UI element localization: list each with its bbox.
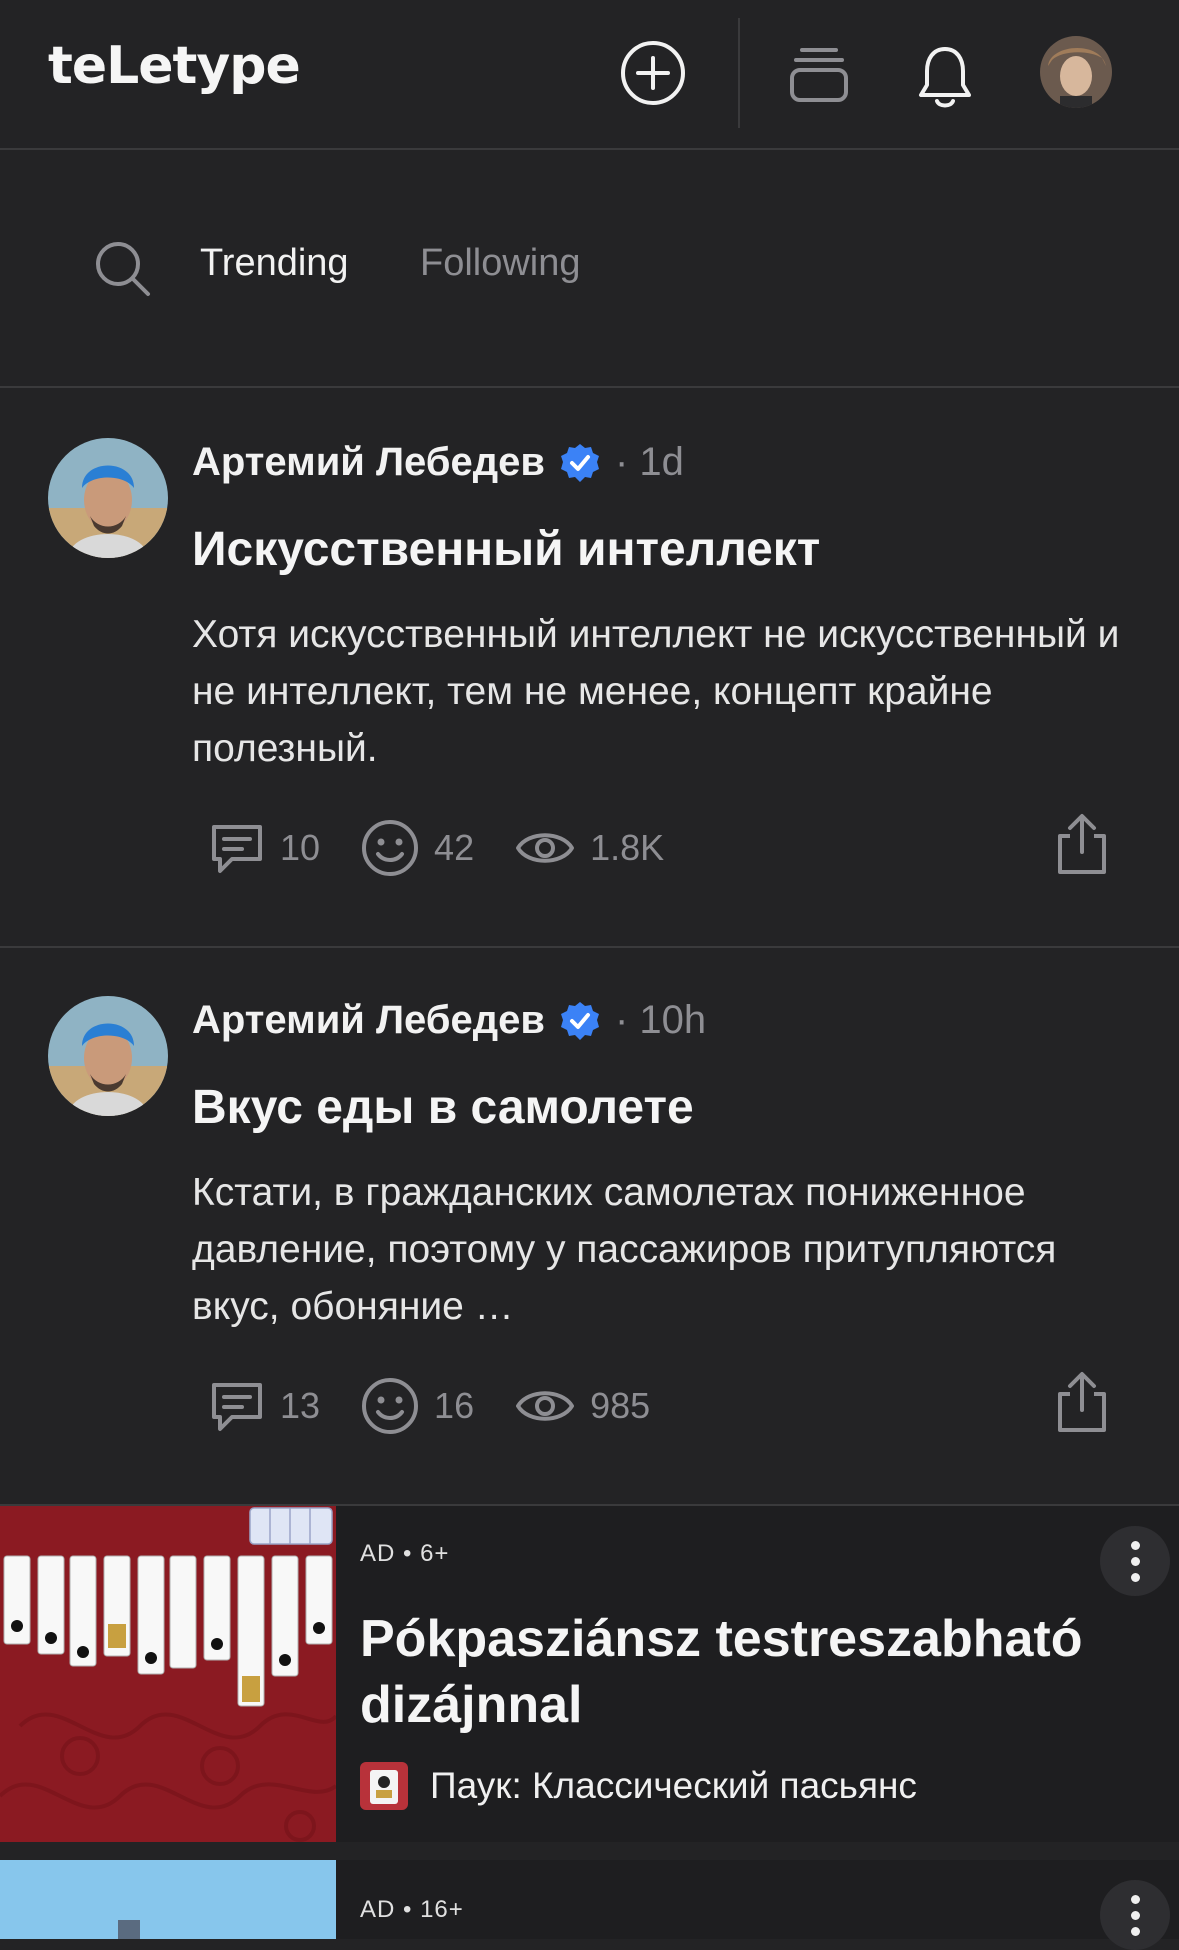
share-icon xyxy=(1058,1372,1106,1432)
share-button[interactable] xyxy=(1054,1370,1110,1434)
avatar xyxy=(48,438,168,558)
reactions-count: 16 xyxy=(434,1385,475,1426)
more-vertical-icon xyxy=(1130,1540,1140,1550)
post-stats: 13 16 985 xyxy=(208,1376,690,1436)
app-logo[interactable]: teLetype xyxy=(48,36,301,96)
post-card[interactable]: Артемий Лебедев · 1d Искусственный интел… xyxy=(0,388,1179,948)
post-title[interactable]: Искусственный интеллект xyxy=(192,522,820,577)
profile-avatar[interactable] xyxy=(1040,36,1112,108)
verified-badge-icon xyxy=(560,443,599,482)
post-excerpt[interactable]: Кстати, в гражданских самолетах пониженн… xyxy=(192,1164,1152,1335)
post-excerpt[interactable]: Хотя искусственный интеллект не искусств… xyxy=(192,606,1152,777)
reactions-button[interactable]: 42 xyxy=(360,818,474,878)
comments-button[interactable]: 13 xyxy=(208,1377,320,1435)
comment-icon xyxy=(212,825,262,873)
author-name[interactable]: Артемий Лебедев xyxy=(192,998,545,1043)
notifications-button[interactable] xyxy=(912,42,978,112)
feed-tabs: Trending Following xyxy=(0,150,1179,388)
stack-icon xyxy=(790,48,848,102)
verified-badge-icon xyxy=(560,1001,599,1040)
smiley-icon xyxy=(362,1378,419,1434)
search-button[interactable] xyxy=(94,240,152,303)
eye-icon xyxy=(516,833,575,863)
reactions-button[interactable]: 16 xyxy=(360,1376,474,1436)
ad-thumbnail-image xyxy=(0,1860,336,1939)
comment-icon xyxy=(212,1383,262,1431)
tab-following[interactable]: Following xyxy=(420,242,581,285)
comments-count: 10 xyxy=(280,827,321,868)
tab-trending[interactable]: Trending xyxy=(200,242,349,285)
author-avatar[interactable] xyxy=(48,996,168,1116)
comments-count: 13 xyxy=(280,1385,321,1426)
post-stats: 10 42 1.8K xyxy=(208,818,704,878)
ad-more-button[interactable] xyxy=(1100,1880,1170,1950)
ad-label: AD • 6+ xyxy=(360,1540,450,1567)
search-icon xyxy=(96,242,150,296)
eye-icon xyxy=(516,1391,575,1421)
collections-button[interactable] xyxy=(786,42,852,108)
header-divider xyxy=(738,18,740,128)
more-vertical-icon xyxy=(1130,1894,1140,1904)
ad-source[interactable]: Паук: Классический пасьянс xyxy=(360,1762,917,1810)
app-icon xyxy=(360,1762,408,1810)
top-header: teLetype xyxy=(0,0,1179,150)
ad-image[interactable] xyxy=(0,1506,338,1842)
post-title[interactable]: Вкус еды в самолете xyxy=(192,1080,694,1135)
ad-image[interactable] xyxy=(0,1860,336,1939)
share-icon xyxy=(1058,814,1106,874)
ad-card[interactable]: AD • 16+ xyxy=(0,1860,1179,1950)
views-count: 1.8K xyxy=(590,827,665,868)
views-stat: 1.8K xyxy=(514,823,664,873)
post-time: · 10h xyxy=(614,998,707,1042)
ad-source-name: Паук: Классический пасьянс xyxy=(430,1765,917,1806)
new-post-button[interactable] xyxy=(618,38,688,108)
avatar xyxy=(48,996,168,1116)
share-button[interactable] xyxy=(1054,812,1110,876)
views-stat: 985 xyxy=(514,1381,650,1431)
avatar xyxy=(1040,36,1112,108)
author-avatar[interactable] xyxy=(48,438,168,558)
author-line: Артемий Лебедев · 10h xyxy=(192,998,706,1043)
views-count: 985 xyxy=(590,1385,651,1426)
ad-title[interactable]: Pókpasziánsz testreszabható dizájnnal xyxy=(360,1606,1140,1738)
ad-more-button[interactable] xyxy=(1100,1526,1170,1596)
author-line: Артемий Лебедев · 1d xyxy=(192,440,684,485)
bell-icon xyxy=(919,47,971,108)
reactions-count: 42 xyxy=(434,827,475,868)
post-card[interactable]: Артемий Лебедев · 10h Вкус еды в самолет… xyxy=(0,946,1179,1506)
solitaire-cards-image xyxy=(0,1506,338,1842)
comments-button[interactable]: 10 xyxy=(208,819,320,877)
smiley-icon xyxy=(362,820,419,876)
ad-card[interactable]: AD • 6+ Pókpasziánsz testreszabható dizá… xyxy=(0,1506,1179,1842)
author-name[interactable]: Артемий Лебедев xyxy=(192,440,545,485)
post-time: · 1d xyxy=(614,440,684,484)
plus-circle-icon xyxy=(621,41,685,105)
ad-label: AD • 16+ xyxy=(360,1896,464,1923)
